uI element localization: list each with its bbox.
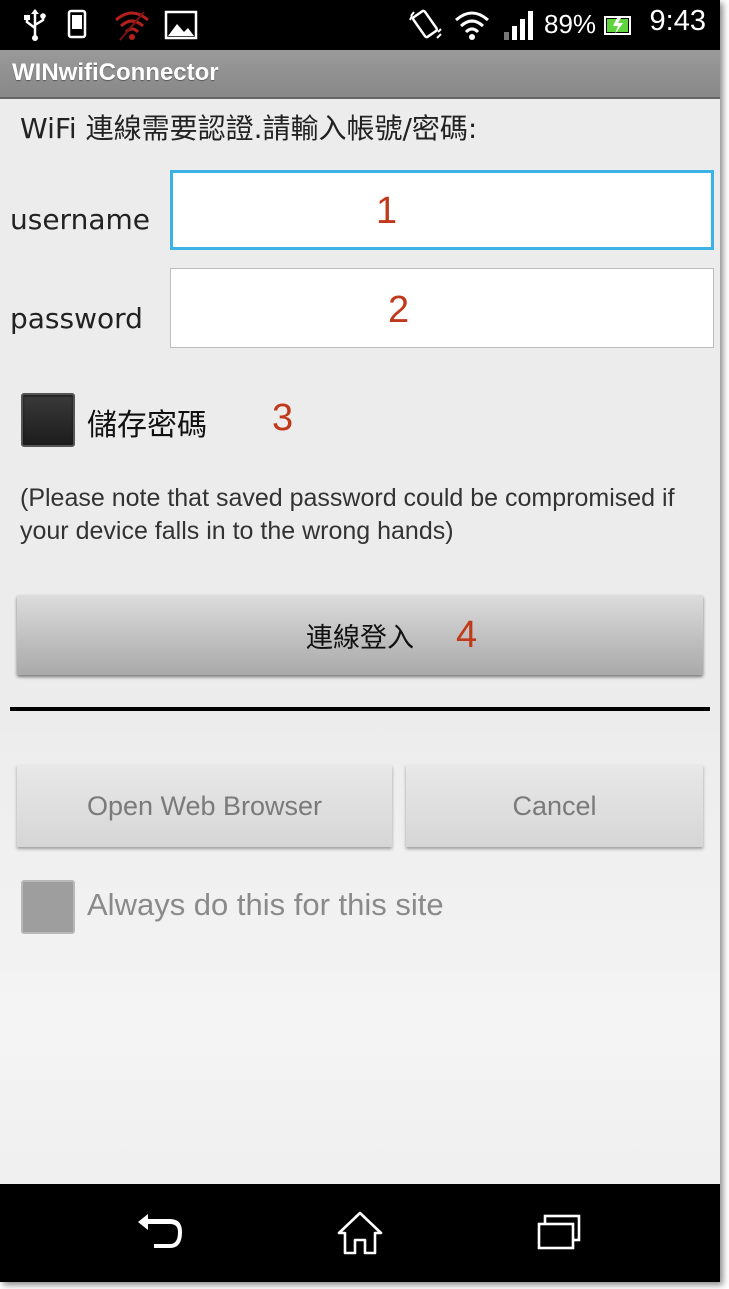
annotation-2: 2: [388, 289, 410, 331]
security-note: (Please note that saved password could b…: [20, 484, 675, 545]
password-label: password: [10, 302, 143, 335]
usb-icon: [24, 9, 46, 41]
save-password-label[interactable]: 儲存密碼: [87, 400, 207, 444]
username-label: username: [10, 203, 150, 236]
app-title: WINwifiConnector: [12, 59, 219, 86]
wifi-icon: [455, 11, 489, 40]
back-icon[interactable]: [134, 1210, 186, 1254]
clock: 9:43: [649, 5, 706, 37]
username-input[interactable]: [170, 170, 714, 250]
home-icon[interactable]: [336, 1210, 384, 1256]
battery-percent: 89%: [544, 9, 597, 39]
cancel-button[interactable]: Cancel: [406, 765, 703, 847]
open-web-browser-button[interactable]: Open Web Browser: [17, 765, 392, 847]
annotation-4: 4: [456, 614, 478, 656]
always-do-this-label[interactable]: Always do this for this site: [87, 887, 444, 923]
navigation-bar: [0, 1184, 720, 1282]
recent-apps-icon[interactable]: [536, 1210, 584, 1254]
wifi-warning-icon: [115, 11, 149, 41]
status-bar: 89% 9:43: [0, 0, 720, 50]
vibrate-icon: [409, 9, 442, 39]
password-input[interactable]: [170, 268, 714, 348]
battery-charging-icon: [604, 16, 631, 35]
phone-screen: 89% 9:43 WINwifiConnector WiFi 連線需要認證.請輸…: [0, 0, 720, 1282]
phone-storage-icon: [67, 9, 87, 39]
divider: [10, 707, 710, 711]
login-button[interactable]: 連線登入: [17, 595, 703, 675]
image-icon: [164, 10, 198, 40]
save-password-checkbox[interactable]: [21, 393, 75, 447]
signal-icon: [504, 11, 533, 40]
annotation-3: 3: [272, 397, 294, 439]
login-prompt: WiFi 連線需要認證.請輸入帳號/密碼:: [20, 112, 478, 145]
title-bar: WINwifiConnector: [0, 50, 720, 99]
always-do-this-checkbox[interactable]: [21, 880, 75, 934]
annotation-1: 1: [376, 190, 398, 232]
login-button-label: 連線登入: [306, 623, 414, 654]
